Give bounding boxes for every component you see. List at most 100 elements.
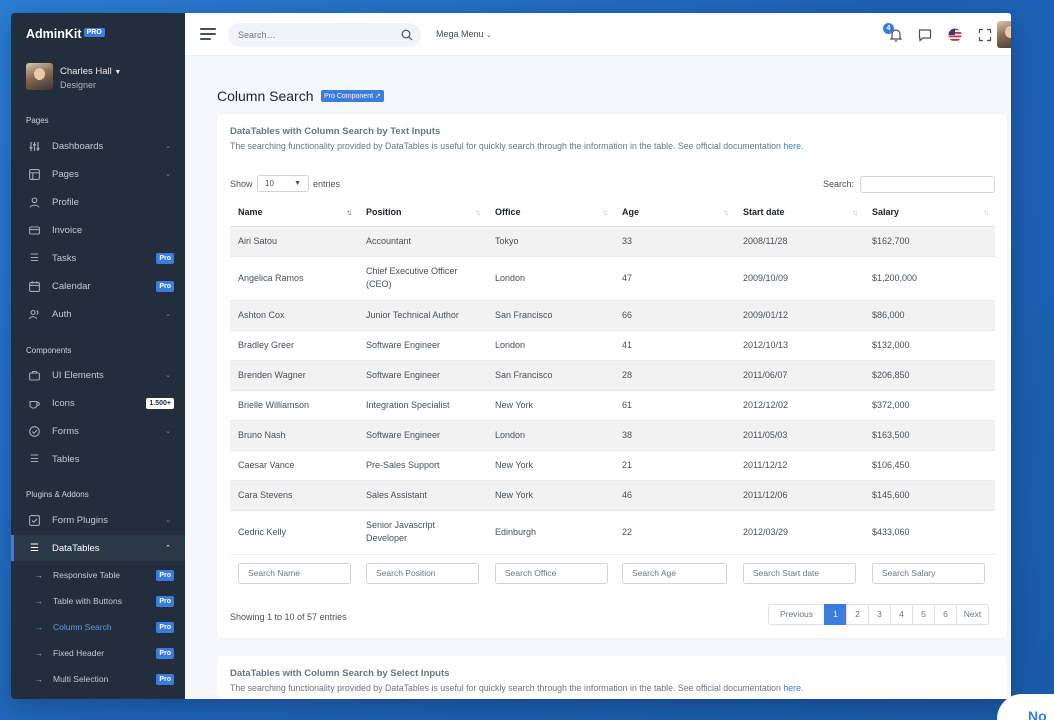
page-title: Column Search <box>217 88 314 104</box>
brand-name: AdminKit <box>26 27 82 41</box>
us-flag-icon[interactable] <box>947 27 963 43</box>
sidebar-item-profile[interactable]: Profile <box>11 189 185 215</box>
table-cell: 21 <box>614 450 735 481</box>
chevron-down-icon: ⌄ <box>165 143 171 150</box>
pagination-page[interactable]: 3 <box>868 604 891 625</box>
table-row[interactable]: Airi Satou Accountant Tokyo 33 2008/11/28 $16… <box>230 226 995 257</box>
brand-logo[interactable]: AdminKit PRO <box>26 27 105 41</box>
sidebar-item-form-plugins[interactable]: Form Plugins ⌄ <box>11 507 185 533</box>
pro-component-badge[interactable]: Pro Component ↗ <box>321 90 384 102</box>
search-name-input[interactable]: Search Name <box>238 562 351 584</box>
sidebar-item-pages[interactable]: Pages ⌄ <box>11 161 185 187</box>
pro-badge: Pro <box>156 673 174 685</box>
table-header-row: Name ↑↓ Position ↑↓ Office ↑↓ Age ↑↓ Start d… <box>230 199 995 227</box>
column-header-start-date[interactable]: Start date ↑↓ <box>735 199 864 227</box>
table-cell: Cara Stevens <box>230 480 358 511</box>
sidebar-item-dashboards[interactable]: Dashboards ⌄ <box>11 133 185 159</box>
column-header-label: Office <box>495 207 521 218</box>
count-badge: 1.500+ <box>146 397 174 409</box>
search-office-input[interactable]: Search Office <box>495 562 608 584</box>
pagination-next[interactable]: Next <box>956 604 989 625</box>
search-salary-input[interactable]: Search Salary <box>872 562 985 584</box>
search-age-input[interactable]: Search Age <box>622 562 727 584</box>
avatar[interactable] <box>997 21 1011 48</box>
pagination-page[interactable]: 6 <box>934 604 957 625</box>
pagination-page[interactable]: 1 <box>824 604 847 625</box>
user-role: Designer <box>60 80 97 90</box>
table-row[interactable]: Brielle Williamson Integration Specialist… <box>230 390 995 421</box>
table-search-input[interactable] <box>860 176 995 193</box>
sidebar-item-tables[interactable]: ☰ Tables <box>11 446 185 472</box>
search-position-input[interactable]: Search Position <box>366 562 479 584</box>
table-row[interactable]: Cedric Kelly Senior Javascript Developer E… <box>230 510 995 555</box>
mega-menu-dropdown[interactable]: Mega Menu ⌄ <box>436 29 492 39</box>
sidebar-subitem-column-search[interactable]: → Column Search Pro <box>11 615 185 639</box>
sidebar-item-ui-elements[interactable]: UI Elements ⌄ <box>11 362 185 388</box>
table-cell: Chief Executive Officer (CEO) <box>358 256 487 301</box>
table-body: Airi Satou Accountant Tokyo 33 2008/11/28 $16… <box>230 226 995 555</box>
sidebar-item-label: Responsive Table <box>53 570 120 580</box>
pagination: Previous 1 2 3 4 5 6 Next <box>768 604 989 625</box>
table-cell: London <box>487 420 614 451</box>
table-row[interactable]: Caesar Vance Pre-Sales Support New York 21 2… <box>230 450 995 481</box>
table-cell: Junior Technical Author <box>358 300 487 331</box>
user-profile[interactable]: Charles Hall ▼ Designer <box>26 63 176 93</box>
sidebar-item-icons[interactable]: Icons 1.500+ <box>11 390 185 416</box>
table-row[interactable]: Bruno Nash Software Engineer London 38 2011/… <box>230 420 995 451</box>
table-row[interactable]: Cara Stevens Sales Assistant New York 46 201… <box>230 480 995 511</box>
sidebar-item-tasks[interactable]: ☰ Tasks Pro <box>11 245 185 271</box>
hamburger-menu-icon[interactable] <box>200 28 216 41</box>
sidebar-item-label: Tables <box>52 453 80 465</box>
page-length-select[interactable]: 10 ▼ <box>257 175 309 192</box>
sidebar-item-auth[interactable]: Auth ⌄ <box>11 301 185 327</box>
search-icon[interactable] <box>401 29 413 41</box>
arrow-right-icon: → <box>35 622 43 632</box>
column-header-name[interactable]: Name ↑↓ <box>230 199 358 227</box>
table-cell: $86,000 <box>864 300 995 331</box>
arrow-right-icon: → <box>35 596 43 606</box>
message-icon[interactable] <box>917 27 933 43</box>
pagination-page[interactable]: 4 <box>890 604 913 625</box>
search-start-date-input[interactable]: Search Start date <box>743 562 856 584</box>
column-header-age[interactable]: Age ↑↓ <box>614 199 735 227</box>
documentation-link[interactable]: here <box>783 683 801 693</box>
table-cell: Bradley Greer <box>230 330 358 361</box>
pagination-page[interactable]: 5 <box>912 604 935 625</box>
column-header-office[interactable]: Office ↑↓ <box>487 199 614 227</box>
sidebar-subitem-multi-selection[interactable]: → Multi Selection Pro <box>11 667 185 691</box>
sidebar-item-invoice[interactable]: Invoice <box>11 217 185 243</box>
pagination-previous[interactable]: Previous <box>768 604 825 625</box>
table-row[interactable]: Ashton Cox Junior Technical Author San Fra… <box>230 300 995 331</box>
pro-badge: Pro <box>156 280 174 292</box>
table-row[interactable]: Angelica Ramos Chief Executive Officer (C… <box>230 256 995 301</box>
documentation-link[interactable]: here <box>783 141 801 151</box>
topbar: Mega Menu ⌄ 4 <box>185 13 1011 56</box>
avatar <box>26 63 53 90</box>
search-input[interactable] <box>228 23 421 47</box>
sidebar-subitem-responsive-table[interactable]: → Responsive Table Pro <box>11 563 185 587</box>
arrow-right-icon: → <box>35 674 43 684</box>
sidebar-subitem-fixed-header[interactable]: → Fixed Header Pro <box>11 641 185 665</box>
table-cell: 2011/06/07 <box>735 360 864 391</box>
column-header-position[interactable]: Position ↑↓ <box>358 199 487 227</box>
sidebar-item-label: Forms <box>52 425 79 437</box>
column-header-salary[interactable]: Salary ↑↓ <box>864 199 995 227</box>
pro-badge: Pro <box>156 595 174 607</box>
table-row[interactable]: Brenden Wagner Software Engineer San Franc… <box>230 360 995 391</box>
table-cell: Brenden Wagner <box>230 360 358 391</box>
pro-badge: Pro <box>156 252 174 264</box>
pro-badge: Pro <box>156 647 174 659</box>
sidebar-subitem-table-with-buttons[interactable]: → Table with Buttons Pro <box>11 589 185 613</box>
fullscreen-icon[interactable] <box>977 27 993 43</box>
table-row[interactable]: Bradley Greer Software Engineer London 41 20… <box>230 330 995 361</box>
sidebar-item-datatables[interactable]: ☰ DataTables ⌃ <box>11 535 185 561</box>
table-cell: Airi Satou <box>230 226 358 257</box>
sidebar-item-label: Form Plugins <box>52 514 108 526</box>
pagination-page[interactable]: 2 <box>846 604 869 625</box>
sidebar-item-forms[interactable]: Forms ⌄ <box>11 418 185 444</box>
chevron-down-icon: ⌄ <box>486 32 492 39</box>
table-cell: Pre-Sales Support <box>358 450 487 481</box>
arrow-right-icon: → <box>35 648 43 658</box>
table-cell: 47 <box>614 256 735 301</box>
sidebar-item-calendar[interactable]: Calendar Pro <box>11 273 185 299</box>
